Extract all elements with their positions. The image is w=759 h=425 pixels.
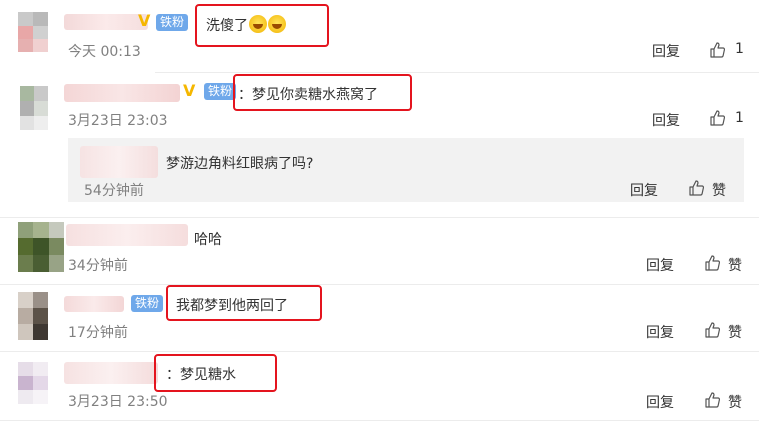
- avatar[interactable]: [20, 86, 48, 130]
- like-button[interactable]: 赞: [712, 180, 726, 200]
- reply-button[interactable]: 回复: [630, 180, 658, 200]
- username-redacted[interactable]: [64, 84, 180, 102]
- divider: [0, 284, 759, 285]
- like-count: 1: [735, 110, 744, 126]
- comment-time: 17分钟前: [68, 325, 128, 341]
- comment-time: 34分钟前: [68, 258, 128, 274]
- divider: [0, 217, 759, 218]
- comment-time: 今天 00:13: [68, 44, 141, 60]
- comment-time: 3月23日 23:03: [68, 113, 168, 129]
- reply-button[interactable]: 回复: [646, 322, 674, 342]
- vip-v-icon: V: [138, 11, 151, 30]
- thumbs-up-icon[interactable]: [709, 41, 727, 59]
- comment-time: 3月23日 23:50: [68, 394, 168, 410]
- comment-text: 哈哈: [194, 232, 222, 248]
- avatar[interactable]: [18, 292, 48, 340]
- highlight-box: [233, 74, 412, 111]
- highlight-box: [166, 285, 322, 321]
- highlight-box: [154, 354, 277, 392]
- sub-reply-text: 梦游边角料红眼病了吗?: [166, 156, 314, 172]
- avatar[interactable]: [18, 362, 48, 404]
- reply-button[interactable]: 回复: [646, 392, 674, 412]
- vip-v-icon: V: [183, 81, 196, 100]
- username-redacted[interactable]: [80, 146, 158, 178]
- reply-button[interactable]: 回复: [646, 255, 674, 275]
- divider: [0, 351, 759, 352]
- like-button[interactable]: 赞: [728, 255, 742, 275]
- avatar[interactable]: [18, 12, 48, 52]
- thumbs-up-icon[interactable]: [688, 179, 706, 197]
- like-button[interactable]: 赞: [728, 392, 742, 412]
- reply-button[interactable]: 回复: [652, 110, 680, 130]
- like-button[interactable]: 赞: [728, 322, 742, 342]
- thumbs-up-icon[interactable]: [704, 321, 722, 339]
- username-redacted[interactable]: [64, 296, 124, 312]
- thumbs-up-icon[interactable]: [704, 391, 722, 409]
- fan-badge: 铁粉: [156, 14, 189, 31]
- username-redacted[interactable]: [64, 14, 148, 30]
- divider: [155, 72, 759, 73]
- avatar[interactable]: [18, 222, 64, 272]
- fan-badge: 铁粉: [204, 83, 237, 100]
- username-redacted[interactable]: [66, 224, 188, 246]
- fan-badge: 铁粉: [131, 295, 164, 312]
- thumbs-up-icon[interactable]: [709, 109, 727, 127]
- sub-reply-time: 54分钟前: [84, 183, 144, 199]
- username-redacted[interactable]: [64, 362, 158, 384]
- highlight-box: [195, 4, 329, 47]
- thumbs-up-icon[interactable]: [704, 254, 722, 272]
- reply-button[interactable]: 回复: [652, 41, 680, 61]
- like-count: 1: [735, 41, 744, 57]
- divider: [0, 420, 759, 421]
